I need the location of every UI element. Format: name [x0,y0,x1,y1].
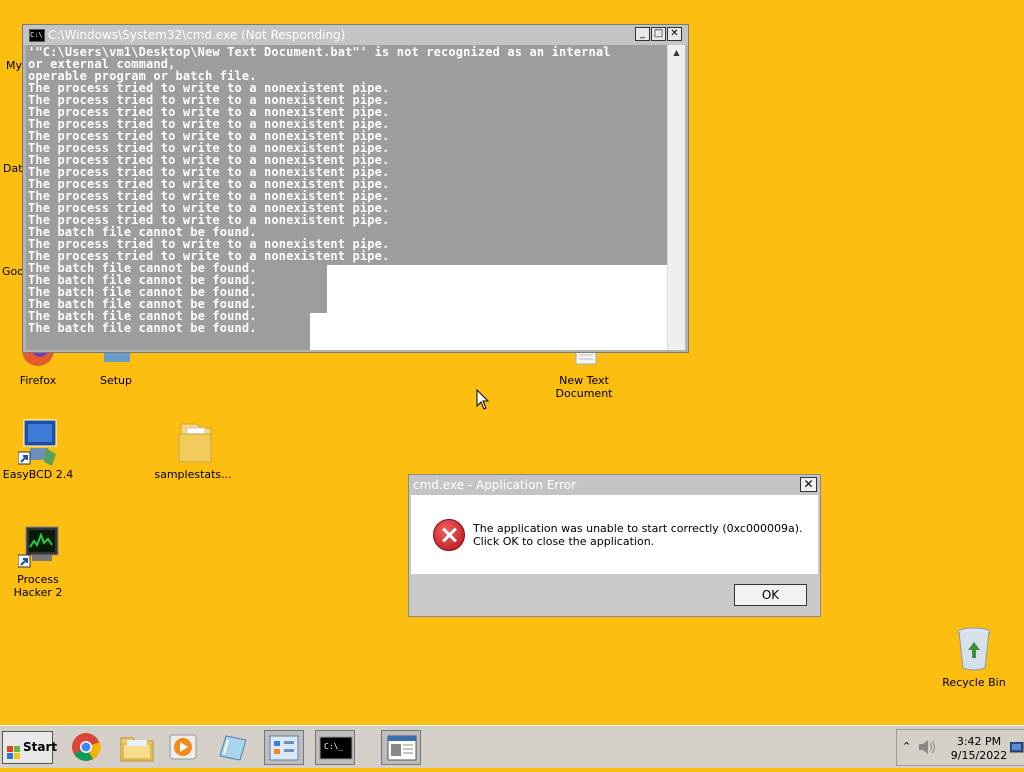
taskbar-cmd[interactable]: C:\_ [315,730,355,765]
desktop-icon-label: Process Hacker 2 [13,573,63,599]
clock[interactable]: 3:42 PM 9/15/2022 [949,735,1009,763]
console-lines: '"C:\Users\vm1\Desktop\New Text Document… [28,46,611,334]
show-hidden-icons-chevron-icon[interactable]: ⌃ [902,740,911,753]
notepad-icon [219,735,247,761]
cmd-window-title: C:\Windows\System32\cmd.exe (Not Respond… [48,28,346,42]
dialog-close-button[interactable]: ✕ [800,477,817,492]
media-player-icon [169,734,197,760]
folder-icon [173,418,213,463]
desktop-label-partial-my: My [6,59,23,72]
taskbar-document-viewer[interactable] [381,730,421,765]
show-desktop-icon[interactable] [1009,741,1024,757]
error-icon [433,519,465,551]
taskbar-chrome[interactable] [66,730,106,765]
desktop-icon-easybcd[interactable]: EasyBCD 2.4 [0,418,78,481]
console-line: The batch file cannot be found. [28,321,257,335]
console-output[interactable]: '"C:\Users\vm1\Desktop\New Text Document… [26,45,670,350]
desktop-icon-label: Firefox [19,374,57,387]
minimize-button[interactable]: _ [635,27,650,41]
desktop-icon-recycle-bin[interactable]: Recycle Bin [934,626,1014,689]
recycle-bin-icon [954,626,994,671]
console-scrollbar[interactable]: ▲ [667,45,685,350]
desktop-icon-label: EasyBCD 2.4 [2,468,74,481]
close-button[interactable]: ✕ [667,27,682,41]
start-label: Start [23,740,58,754]
mouse-cursor-icon [476,388,490,414]
maximize-button[interactable]: □ [651,27,666,41]
system-tray: ⌃ 3:42 PM 9/15/2022 [896,729,1024,766]
taskbar-notepad[interactable] [212,730,252,765]
control-panel-icon [269,735,299,761]
ok-button[interactable]: OK [734,584,807,606]
process-hacker-icon [17,523,59,568]
windows-flag-icon [7,741,21,759]
svg-text:C:\_: C:\_ [324,742,343,751]
taskbar-control-panel[interactable] [264,730,304,765]
taskbar-media-player[interactable] [164,730,204,765]
desktop-label-partial-goo: Goo [2,265,24,278]
dialog-body: The application was unable to start corr… [411,495,818,574]
document-viewer-icon [387,735,417,761]
cmd-titlebar[interactable]: C:\ C:\Windows\System32\cmd.exe (Not Res… [23,25,688,45]
desktop-icon-label: Recycle Bin [942,676,1006,689]
chrome-icon [72,733,101,761]
desktop-icon-label: New Text Document [555,374,613,400]
application-error-dialog[interactable]: cmd.exe - Application Error ✕ The applic… [408,474,821,617]
start-button[interactable]: Start [2,731,57,764]
taskbar-file-explorer[interactable] [117,730,157,765]
desktop-icon-samplestats[interactable]: samplestats... [153,418,233,481]
dialog-title: cmd.exe - Application Error [413,478,577,492]
clock-time: 3:42 PM [956,735,1002,748]
desktop-icon-label: Setup [99,374,133,387]
dialog-message: The application was unable to start corr… [473,522,803,548]
file-explorer-icon [120,737,154,762]
taskbar: Start C:\_ ⌃ 3:42 PM 9/15/2022 [0,725,1024,768]
clock-date: 9/15/2022 [950,749,1008,762]
cmd-window[interactable]: C:\ C:\Windows\System32\cmd.exe (Not Res… [22,24,689,353]
desktop-icon-process-hacker[interactable]: Process Hacker 2 [0,523,78,599]
cmd-icon: C:\ [29,29,45,42]
volume-icon[interactable] [917,739,935,758]
desktop-icon-label: samplestats... [154,468,232,481]
cmd-icon: C:\_ [319,736,353,760]
easybcd-icon [17,418,58,466]
scroll-up-arrow-icon[interactable]: ▲ [668,45,685,61]
dialog-titlebar[interactable]: cmd.exe - Application Error ✕ [409,475,820,495]
